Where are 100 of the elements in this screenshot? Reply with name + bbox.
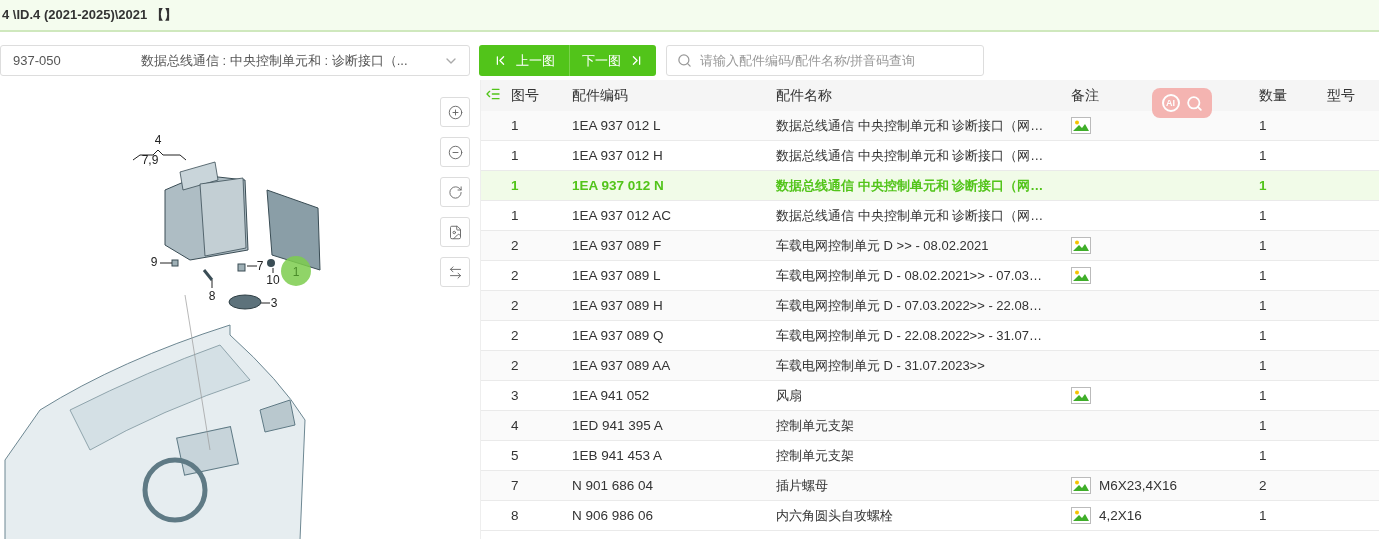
table-cell-text: 7	[511, 478, 520, 493]
table-cell-text: 车载电网控制单元 D - 08.02.2021>> - 07.03…	[776, 266, 1043, 285]
callout-label: 7,9	[141, 153, 159, 167]
leader-line	[246, 265, 258, 267]
table-cell-text: 1	[1259, 328, 1268, 343]
table-cell-text: 1	[511, 178, 520, 193]
image-icon[interactable]	[1071, 237, 1091, 254]
image-file-button[interactable]	[440, 217, 470, 247]
leader-line	[159, 262, 173, 264]
table-cell-text: 1	[1259, 508, 1268, 523]
table-cell-text: 车载电网控制单元 D >> - 08.02.2021	[776, 236, 990, 255]
table-row[interactable]: 2 1EA 937 089 H 车载电网控制单元 D - 07.03.2022>> - 22.08… 1	[481, 291, 1379, 321]
image-icon[interactable]	[1071, 387, 1091, 404]
table-cell-text: 风扇	[776, 386, 803, 405]
column-header: 图号	[511, 86, 539, 105]
table-cell-text: 数据总线通信 中央控制单元和 诊断接口（网…	[776, 146, 1045, 165]
table-cell-text: 1EA 937 089 AA	[572, 358, 672, 373]
table-cell: M6X23,4X16	[1099, 478, 1178, 493]
callout-label: 9	[150, 255, 158, 269]
column-header: 型号	[1327, 86, 1355, 105]
ai-label: AI	[1161, 94, 1180, 112]
table-cell-text: 2	[511, 328, 520, 343]
rotate-button[interactable]	[440, 177, 470, 207]
table-cell-text: 3	[511, 388, 520, 403]
table-row[interactable]: 7 N 901 686 04 插片螺母 M6X23,4X16 2	[481, 471, 1379, 501]
table-cell-text: 数据总线通信 中央控制单元和 诊断接口（网…	[776, 206, 1045, 225]
leader-line	[272, 267, 274, 274]
callout-label: 3	[270, 296, 278, 310]
table-cell-text: 1	[1259, 358, 1268, 373]
table-row[interactable]: 1 1EA 937 012 L 数据总线通信 中央控制单元和 诊断接口（网… 1	[481, 111, 1379, 141]
rotate-icon	[447, 184, 463, 200]
zoom-in-icon	[447, 104, 463, 120]
table-cell-text: 2	[511, 358, 520, 373]
table-cell-text: 2	[511, 238, 520, 253]
table-cell-text: 1EA 937 089 H	[572, 298, 664, 313]
callout-label: 8	[208, 289, 216, 303]
zoom-in-button[interactable]	[440, 97, 470, 127]
table-cell-text: 1EA 937 089 F	[572, 238, 663, 253]
image-icon[interactable]	[1071, 507, 1091, 524]
table-cell-text: 1EA 937 012 AC	[572, 208, 673, 223]
table-cell-text: 4	[511, 418, 520, 433]
image-icon[interactable]	[1071, 267, 1091, 284]
table-cell-text: 1	[1259, 178, 1268, 193]
table-cell-text: 1	[1259, 118, 1268, 133]
callout-label: 10	[266, 273, 280, 287]
table-cell-text: 2	[511, 298, 520, 313]
diagram-title: 数据总线通信 : 中央控制单元和 : 诊断接口（...	[141, 51, 409, 70]
table-cell-text: 车载电网控制单元 D - 22.08.2022>> - 31.07…	[776, 326, 1043, 345]
table-cell-text: 控制单元支架	[776, 416, 855, 435]
table-row[interactable]: 2 1EA 937 089 F 车载电网控制单元 D >> - 08.02.2021 1	[481, 231, 1379, 261]
table-cell-text: 1EA 941 052	[572, 388, 651, 403]
table-cell-text: 1	[1259, 448, 1268, 463]
search-icon	[677, 53, 692, 68]
image-icon[interactable]	[1071, 117, 1091, 134]
zoom-out-button[interactable]	[440, 137, 470, 167]
column-header: 配件编码	[572, 86, 628, 105]
fan-drawing	[228, 294, 262, 310]
table-cell-text: 1EA 937 012 L	[572, 118, 662, 133]
leader-line	[211, 279, 213, 289]
callout-label: 7	[256, 259, 264, 273]
table-cell-text: 1	[1259, 208, 1268, 223]
swap-button[interactable]	[440, 257, 470, 287]
swap-icon	[447, 264, 463, 280]
callout-label: 4	[154, 133, 162, 147]
table-row[interactable]: 4 1ED 941 395 A 控制单元支架 1	[481, 411, 1379, 441]
table-cell-text: 数据总线通信 中央控制单元和 诊断接口（网…	[776, 116, 1045, 135]
table-cell-text: 1	[511, 208, 520, 223]
table-cell-text: 1	[1259, 298, 1268, 313]
table-cell-text: 1	[1259, 418, 1268, 433]
table-row[interactable]: 2 1EA 937 089 AA 车载电网控制单元 D - 31.07.2023>> 1	[481, 351, 1379, 381]
table-cell-text: N 901 686 04	[572, 478, 655, 493]
table-cell-text: 1	[1259, 238, 1268, 253]
table-cell-text: 车载电网控制单元 D - 31.07.2023>>	[776, 356, 986, 375]
table-cell-text: 2	[511, 268, 520, 283]
table-cell-text: 1	[1259, 388, 1268, 403]
table-cell-text: 1EA 937 012 N	[572, 178, 665, 193]
table-cell: 4,2X16	[1099, 508, 1142, 523]
column-header: 配件名称	[776, 86, 832, 105]
table-cell-text: 1EA 937 089 L	[572, 268, 662, 283]
search-field[interactable]: 请输入配件编码/配件名称/拼音码查询	[666, 45, 984, 76]
table-cell-text: 插片螺母	[776, 476, 829, 495]
table-cell-text: 1ED 941 395 A	[572, 418, 664, 433]
diagram-select[interactable]: 937-050 数据总线通信 : 中央控制单元和 : 诊断接口（...	[0, 45, 470, 76]
image-icon[interactable]	[1071, 477, 1091, 494]
column-header: 备注	[1071, 86, 1099, 105]
table-cell-text: 数据总线通信 中央控制单元和 诊断接口（网…	[776, 176, 1045, 195]
collapse-list-icon[interactable]	[485, 86, 501, 102]
breadcrumb: 4 \ID.4 (2021-2025)\2021 【】	[2, 6, 177, 24]
table-cell-text: 1EA 937 012 H	[572, 148, 664, 163]
table-cell-text: 8	[511, 508, 520, 523]
table-cell-text: 1EA 937 089 Q	[572, 328, 665, 343]
leader-line	[260, 302, 271, 304]
zoom-out-icon	[447, 144, 463, 160]
table-cell-text: 车载电网控制单元 D - 07.03.2022>> - 22.08…	[776, 296, 1043, 315]
table-cell-text: 1EB 941 453 A	[572, 448, 664, 463]
table-cell-text: 1	[1259, 148, 1268, 163]
table-cell-text: 2	[1259, 478, 1268, 493]
column-header: 数量	[1259, 86, 1287, 105]
image-file-icon	[447, 224, 463, 240]
table-cell-text: 1	[511, 118, 520, 133]
